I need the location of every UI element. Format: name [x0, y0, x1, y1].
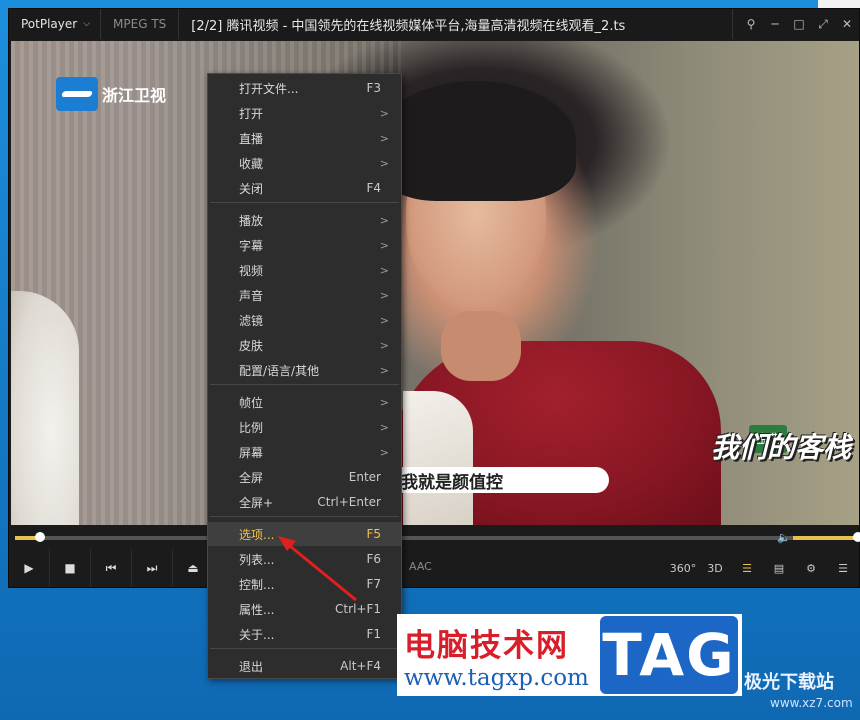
annotation-arrow — [278, 536, 357, 602]
watermark-tag-logo: TAG — [600, 616, 738, 694]
watermark-secondary: 极光下载站 — [744, 672, 834, 693]
annotation-arrow-line — [284, 540, 357, 602]
watermark-secondary-url: www.xz7.com — [770, 696, 853, 710]
watermark-site-name: 电脑技术网 — [404, 628, 569, 664]
watermark-url: www.tagxp.com — [404, 665, 589, 691]
